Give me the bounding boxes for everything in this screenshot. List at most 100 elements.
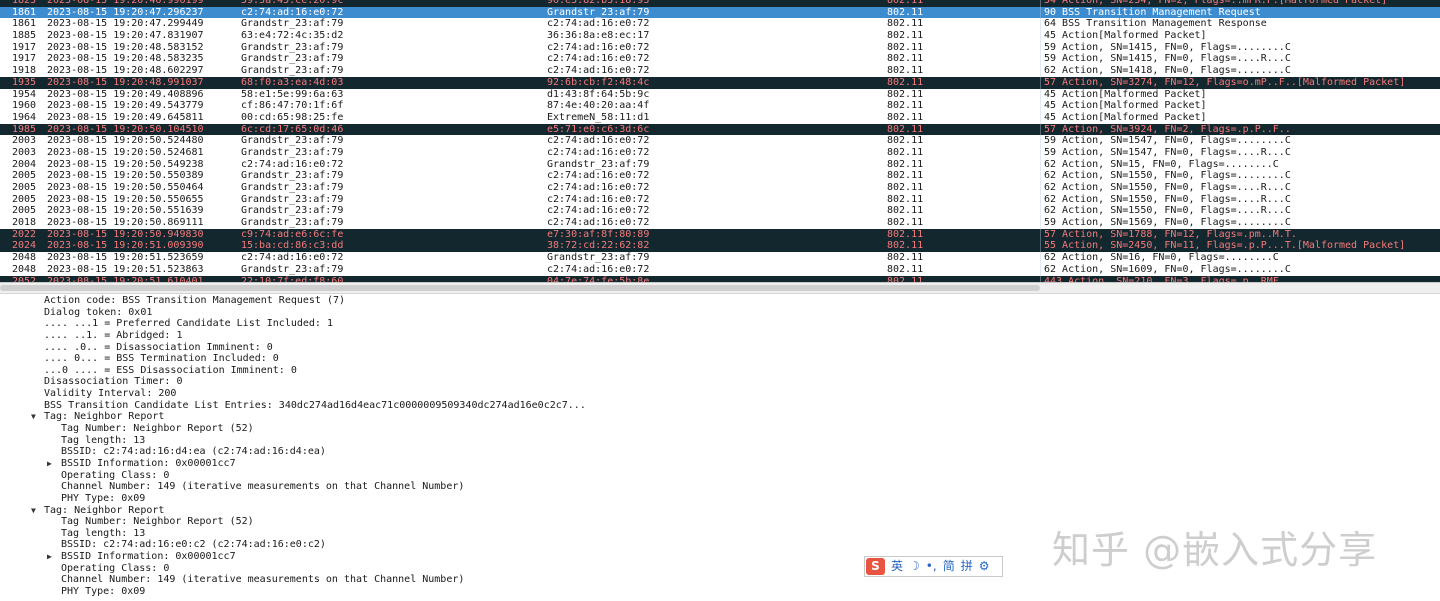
tree-item-label: .... ...1 = Preferred Candidate List Inc… (44, 318, 333, 330)
tree-item[interactable]: Tag Number: Neighbor Report (52) (0, 423, 1440, 435)
packet-source: Grandstr_23:af:79 (241, 146, 344, 158)
packet-row[interactable]: 2005 2023-08-15 19:20:50.550464 Grandstr_2… (0, 182, 1440, 194)
ime-language-toggle[interactable]: 英 (891, 557, 903, 576)
tree-item[interactable]: Validity Interval: 200 (0, 388, 1440, 400)
packet-row[interactable]: 2005 2023-08-15 19:20:50.551639 Grandstr_2… (0, 205, 1440, 217)
packet-source: c2:74:ad:16:e0:72 (241, 6, 344, 18)
packet-info: 59 Action, SN=1415, FN=0, Flags=........… (1044, 41, 1291, 53)
tree-item[interactable]: ▼ Tag: Neighbor Report (0, 505, 1440, 517)
tree-item[interactable]: .... ..1. = Abridged: 1 (0, 330, 1440, 342)
packet-info: 62 Action, SN=16, FN=0, Flags=........C (1044, 252, 1279, 264)
sogou-logo-icon[interactable]: S (866, 558, 885, 575)
packet-destination: c2:74:ad:16:e0:72 (547, 53, 650, 65)
packet-row[interactable]: 1985 2023-08-15 19:20:50.104510 6c:cd:17:6… (0, 123, 1440, 136)
punctuation-toggle[interactable]: •, (926, 557, 937, 576)
tree-item[interactable]: .... 0... = BSS Termination Included: 0 (0, 353, 1440, 365)
packet-source: 59:3a:45:ce:20:9c (241, 0, 344, 6)
tree-item-label: .... 0... = BSS Termination Included: 0 (44, 353, 279, 365)
pane-splitter[interactable] (0, 282, 1440, 294)
tree-item[interactable]: Action code: BSS Transition Management R… (0, 295, 1440, 307)
tree-item-label: Channel Number: 149 (iterative measureme… (61, 574, 465, 586)
tree-item-label: Tag length: 13 (61, 527, 146, 539)
packet-number: 1823 (12, 0, 37, 6)
collapse-arrow-icon[interactable]: ▶ (47, 551, 57, 562)
tree-item[interactable]: .... .0.. = Disassociation Imminent: 0 (0, 342, 1440, 354)
simplified-toggle[interactable]: 简 (943, 557, 955, 576)
packet-time: 2023-08-15 19:20:50.949830 (47, 228, 204, 240)
expand-arrow-icon[interactable]: ▼ (31, 505, 41, 516)
packet-row[interactable]: 2003 2023-08-15 19:20:50.524480 Grandstr_2… (0, 135, 1440, 147)
packet-protocol: 802.11 (887, 30, 924, 42)
packet-protocol: 802.11 (887, 135, 924, 147)
packet-time: 2023-08-15 19:20:50.550655 (47, 193, 204, 205)
packet-row[interactable]: 2048 2023-08-15 19:20:51.523863 Grandstr_2… (0, 264, 1440, 276)
packet-destination: c2:74:ad:16:e0:72 (547, 18, 650, 30)
packet-destination: c2:74:ad:16:e0:72 (547, 263, 650, 275)
packet-row[interactable]: 1885 2023-08-15 19:20:47.831907 63:e4:72:4… (0, 30, 1440, 42)
tree-item[interactable]: Operating Class: 0 (0, 470, 1440, 482)
packet-destination: c2:74:ad:16:e0:72 (547, 41, 650, 53)
packet-protocol: 802.11 (887, 6, 924, 18)
packet-list[interactable]: 1823 2023-08-15 19:20:46.996199 59:3a:45:c… (0, 0, 1440, 282)
tree-item[interactable]: .... ...1 = Preferred Candidate List Inc… (0, 318, 1440, 330)
packet-row[interactable]: 1935 2023-08-15 19:20:48.991037 68:f0:a3:e… (0, 76, 1440, 89)
packet-destination: 90:e5:82:b5:18:93 (547, 0, 650, 6)
tree-item[interactable]: Channel Number: 149 (iterative measureme… (0, 481, 1440, 493)
pinyin-toggle[interactable]: 拼 (961, 557, 973, 576)
packet-row[interactable]: 1964 2023-08-15 19:20:49.645811 00:cd:65:9… (0, 112, 1440, 124)
tree-item[interactable]: Tag length: 13 (0, 435, 1440, 447)
packet-row[interactable]: 1917 2023-08-15 19:20:48.583152 Grandstr_2… (0, 42, 1440, 54)
packet-destination: Grandstr_23:af:79 (547, 252, 650, 264)
packet-row[interactable]: 2024 2023-08-15 19:20:51.009390 15:ba:cd:8… (0, 240, 1440, 253)
packet-row[interactable]: 1960 2023-08-15 19:20:49.543779 cf:86:47:7… (0, 100, 1440, 112)
packet-row[interactable]: 2018 2023-08-15 19:20:50.869111 Grandstr_2… (0, 217, 1440, 229)
expand-arrow-icon[interactable]: ▼ (31, 411, 41, 422)
packet-row[interactable]: 2052 2023-08-15 19:20:51.610401 22:10:7f:e… (0, 275, 1440, 282)
packet-destination: c2:74:ad:16:e0:72 (547, 182, 650, 193)
packet-row[interactable]: 1917 2023-08-15 19:20:48.583235 Grandstr_2… (0, 53, 1440, 65)
packet-time: 2023-08-15 19:20:47.299449 (47, 18, 204, 30)
packet-number: 1954 (12, 88, 37, 100)
packet-destination: ExtremeN_58:11:d1 (547, 111, 650, 123)
collapse-arrow-icon[interactable]: ▶ (47, 458, 57, 469)
tree-item[interactable]: ▼ Tag: Neighbor Report (0, 411, 1440, 423)
packet-destination: Grandstr_23:af:79 (547, 6, 650, 18)
packet-destination: 36:36:8a:e8:ec:17 (547, 30, 650, 42)
packet-info: 62 Action, SN=1550, FN=0, Flags=....R...… (1044, 193, 1291, 205)
packet-number: 1918 (12, 65, 37, 77)
tree-item[interactable]: BSS Transition Candidate List Entries: 3… (0, 400, 1440, 412)
tree-item[interactable]: Disassociation Timer: 0 (0, 376, 1440, 388)
tree-item[interactable]: PHY Type: 0x09 (0, 493, 1440, 505)
packet-row[interactable]: 1861 2023-08-15 19:20:47.296237 c2:74:ad:1… (0, 6, 1440, 19)
packet-protocol: 802.11 (887, 111, 924, 123)
packet-row[interactable]: 2005 2023-08-15 19:20:50.550655 Grandstr_2… (0, 194, 1440, 206)
tree-item-label: BSS Transition Candidate List Entries: 3… (44, 399, 586, 411)
packet-row[interactable]: 1861 2023-08-15 19:20:47.299449 Grandstr_2… (0, 18, 1440, 30)
packet-row[interactable]: 1954 2023-08-15 19:20:49.408896 58:e1:5e:9… (0, 89, 1440, 101)
packet-row[interactable]: 2048 2023-08-15 19:20:51.523659 c2:74:ad:1… (0, 252, 1440, 264)
tree-item[interactable]: ...0 .... = ESS Disassociation Imminent:… (0, 365, 1440, 377)
tree-item[interactable]: PHY Type: 0x09 (0, 586, 1440, 598)
tree-item[interactable]: Channel Number: 149 (iterative measureme… (0, 574, 1440, 586)
ime-toolbar[interactable]: S 英 ☽ •, 简 拼 ⚙ (864, 556, 1003, 577)
packet-number: 1861 (12, 6, 37, 18)
moon-icon[interactable]: ☽ (909, 557, 920, 576)
packet-row[interactable]: 2003 2023-08-15 19:20:50.524681 Grandstr_2… (0, 147, 1440, 159)
tree-item[interactable]: BSSID: c2:74:ad:16:d4:ea (c2:74:ad:16:d4… (0, 446, 1440, 458)
packet-row[interactable]: 2022 2023-08-15 19:20:50.949830 c9:74:ad:e… (0, 228, 1440, 241)
tree-item-label: .... ..1. = Abridged: 1 (44, 329, 183, 341)
packet-info: 62 Action, SN=1550, FN=0, Flags=....R...… (1044, 182, 1291, 193)
packet-row[interactable]: 2004 2023-08-15 19:20:50.549238 c2:74:ad:1… (0, 159, 1440, 171)
horizontal-scrollbar[interactable] (0, 285, 1040, 291)
packet-row[interactable]: 2005 2023-08-15 19:20:50.550389 Grandstr_2… (0, 170, 1440, 182)
packet-source: 63:e4:72:4c:35:d2 (241, 30, 344, 42)
tree-item-label: Tag: Neighbor Report (44, 411, 165, 423)
packet-protocol: 802.11 (887, 100, 924, 112)
gear-icon[interactable]: ⚙ (979, 557, 990, 576)
packet-protocol: 802.11 (887, 18, 924, 30)
packet-row[interactable]: 1918 2023-08-15 19:20:48.602297 Grandstr_2… (0, 65, 1440, 77)
tree-item[interactable]: ▶ BSSID Information: 0x00001cc7 (0, 458, 1440, 470)
tree-item[interactable]: Dialog token: 0x01 (0, 307, 1440, 319)
packet-row[interactable]: 1823 2023-08-15 19:20:46.996199 59:3a:45:c… (0, 0, 1440, 7)
packet-number: 2005 (12, 170, 37, 182)
